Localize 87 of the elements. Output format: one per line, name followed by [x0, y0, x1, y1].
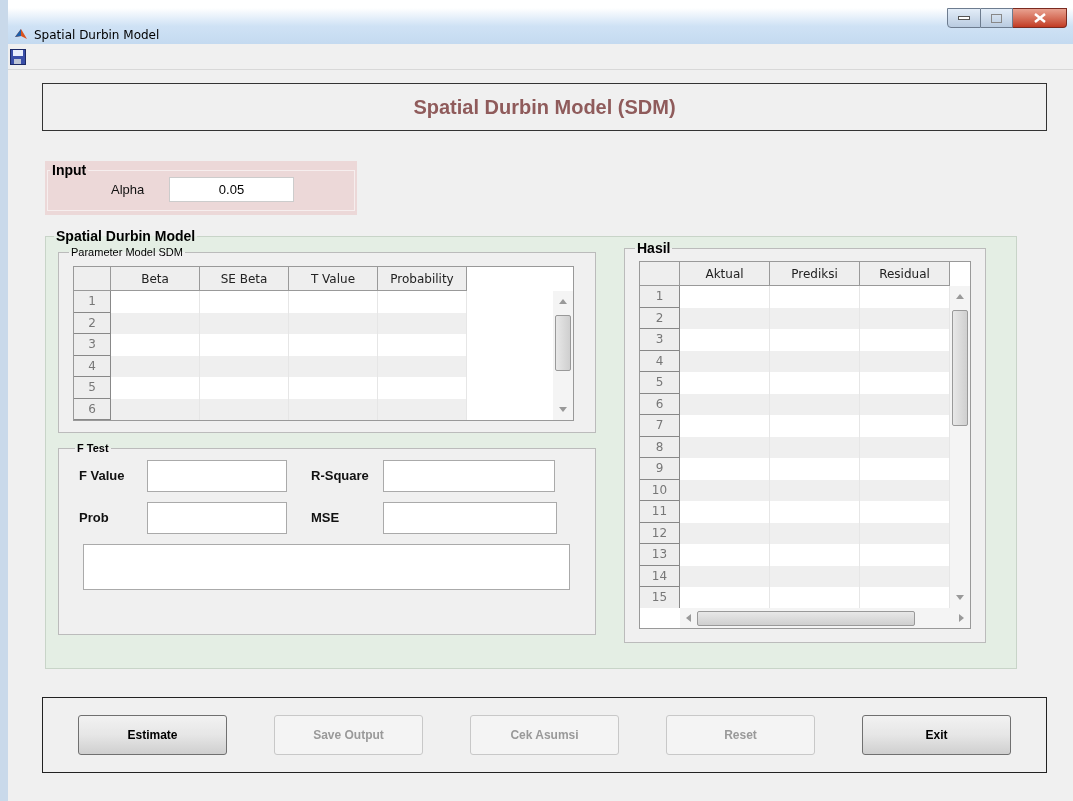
column-header[interactable]: T Value [289, 267, 378, 291]
table-row[interactable]: 14 [640, 565, 950, 587]
row-number: 4 [74, 355, 111, 377]
alpha-field[interactable]: 0.05 [169, 177, 294, 202]
row-number: 6 [640, 393, 680, 415]
field-label: Alpha [111, 180, 146, 199]
window-title: Spatial Durbin Model [34, 27, 160, 44]
text-field[interactable] [147, 502, 287, 534]
table-row[interactable]: 13 [640, 544, 950, 566]
row-number: 15 [640, 587, 680, 608]
table-row[interactable]: 4 [74, 355, 467, 377]
horizontal-scrollbar[interactable] [680, 608, 970, 628]
field-label: R-Square [311, 467, 370, 486]
vertical-scrollbar[interactable] [950, 286, 970, 608]
column-header[interactable]: SE Beta [200, 267, 289, 291]
table-row[interactable]: 10 [640, 479, 950, 501]
scroll-up-icon[interactable] [956, 294, 964, 299]
table-row[interactable]: 15 [640, 587, 950, 608]
text-field[interactable] [383, 502, 557, 534]
column-header[interactable]: Probability [378, 267, 467, 291]
table-row[interactable]: 4 [640, 350, 950, 372]
table-row[interactable]: 2 [640, 307, 950, 329]
scroll-down-icon[interactable] [559, 407, 567, 412]
scroll-right-icon[interactable] [959, 614, 964, 622]
table-row[interactable]: 6 [74, 398, 467, 420]
row-number: 2 [640, 307, 680, 329]
table-row[interactable]: 3 [74, 334, 467, 356]
row-number: 13 [640, 544, 680, 566]
table-row[interactable]: 9 [640, 458, 950, 480]
row-number: 14 [640, 565, 680, 587]
row-number: 3 [640, 329, 680, 351]
table-row[interactable]: 1 [74, 291, 467, 313]
table-row[interactable]: 8 [640, 436, 950, 458]
table-row[interactable]: 11 [640, 501, 950, 523]
row-number: 6 [74, 398, 111, 420]
row-number: 1 [640, 286, 680, 308]
output-box[interactable] [83, 544, 570, 590]
action-button[interactable]: Exit [862, 715, 1011, 755]
panel-title: Input [51, 163, 88, 177]
row-number: 10 [640, 479, 680, 501]
scroll-left-icon[interactable] [686, 614, 691, 622]
scroll-up-icon[interactable] [559, 299, 567, 304]
table-row[interactable]: 7 [640, 415, 950, 437]
column-header[interactable]: Prediksi [770, 262, 860, 286]
scroll-down-icon[interactable] [956, 595, 964, 600]
row-number: 2 [74, 312, 111, 334]
row-number: 5 [74, 377, 111, 399]
field-label: F Value [79, 467, 126, 486]
row-number: 3 [74, 334, 111, 356]
field-label: MSE [311, 509, 341, 528]
table-row[interactable]: 5 [74, 377, 467, 399]
panel-title: Parameter Model SDM [70, 247, 184, 258]
table-row[interactable]: 2 [74, 312, 467, 334]
column-header[interactable]: Residual [860, 262, 950, 286]
table-row[interactable]: 6 [640, 393, 950, 415]
save-icon[interactable] [10, 48, 26, 65]
table-row[interactable]: 5 [640, 372, 950, 394]
action-button[interactable]: Estimate [78, 715, 227, 755]
table-row[interactable]: 3 [640, 329, 950, 351]
scrollbar-thumb[interactable] [555, 315, 571, 371]
scrollbar-thumb[interactable] [952, 310, 968, 426]
header-title: Spatial Durbin Model (SDM) [413, 95, 676, 120]
minimize-button[interactable] [947, 8, 981, 28]
field-label: Prob [79, 509, 110, 528]
panel-title: Spatial Durbin Model [55, 229, 197, 243]
row-number: 11 [640, 501, 680, 523]
column-header[interactable]: Beta [111, 267, 200, 291]
row-number: 7 [640, 415, 680, 437]
scrollbar-thumb[interactable] [697, 610, 915, 626]
row-number: 9 [640, 458, 680, 480]
table-row[interactable]: 1 [640, 286, 950, 308]
vertical-scrollbar[interactable] [553, 291, 573, 420]
row-number: 5 [640, 372, 680, 394]
row-number: 12 [640, 522, 680, 544]
text-field[interactable] [147, 460, 287, 492]
row-number: 1 [74, 291, 111, 313]
panel-title: Hasil [636, 241, 672, 255]
row-number: 4 [640, 350, 680, 372]
close-icon[interactable] [1033, 13, 1046, 23]
maximize-button[interactable] [981, 8, 1013, 28]
column-header[interactable]: Aktual [680, 262, 770, 286]
table-row[interactable]: 12 [640, 522, 950, 544]
text-field[interactable] [383, 460, 555, 492]
row-number: 8 [640, 436, 680, 458]
panel-title: F Test [76, 443, 110, 454]
close-button[interactable] [1013, 8, 1067, 28]
app-logo-icon [14, 27, 28, 41]
